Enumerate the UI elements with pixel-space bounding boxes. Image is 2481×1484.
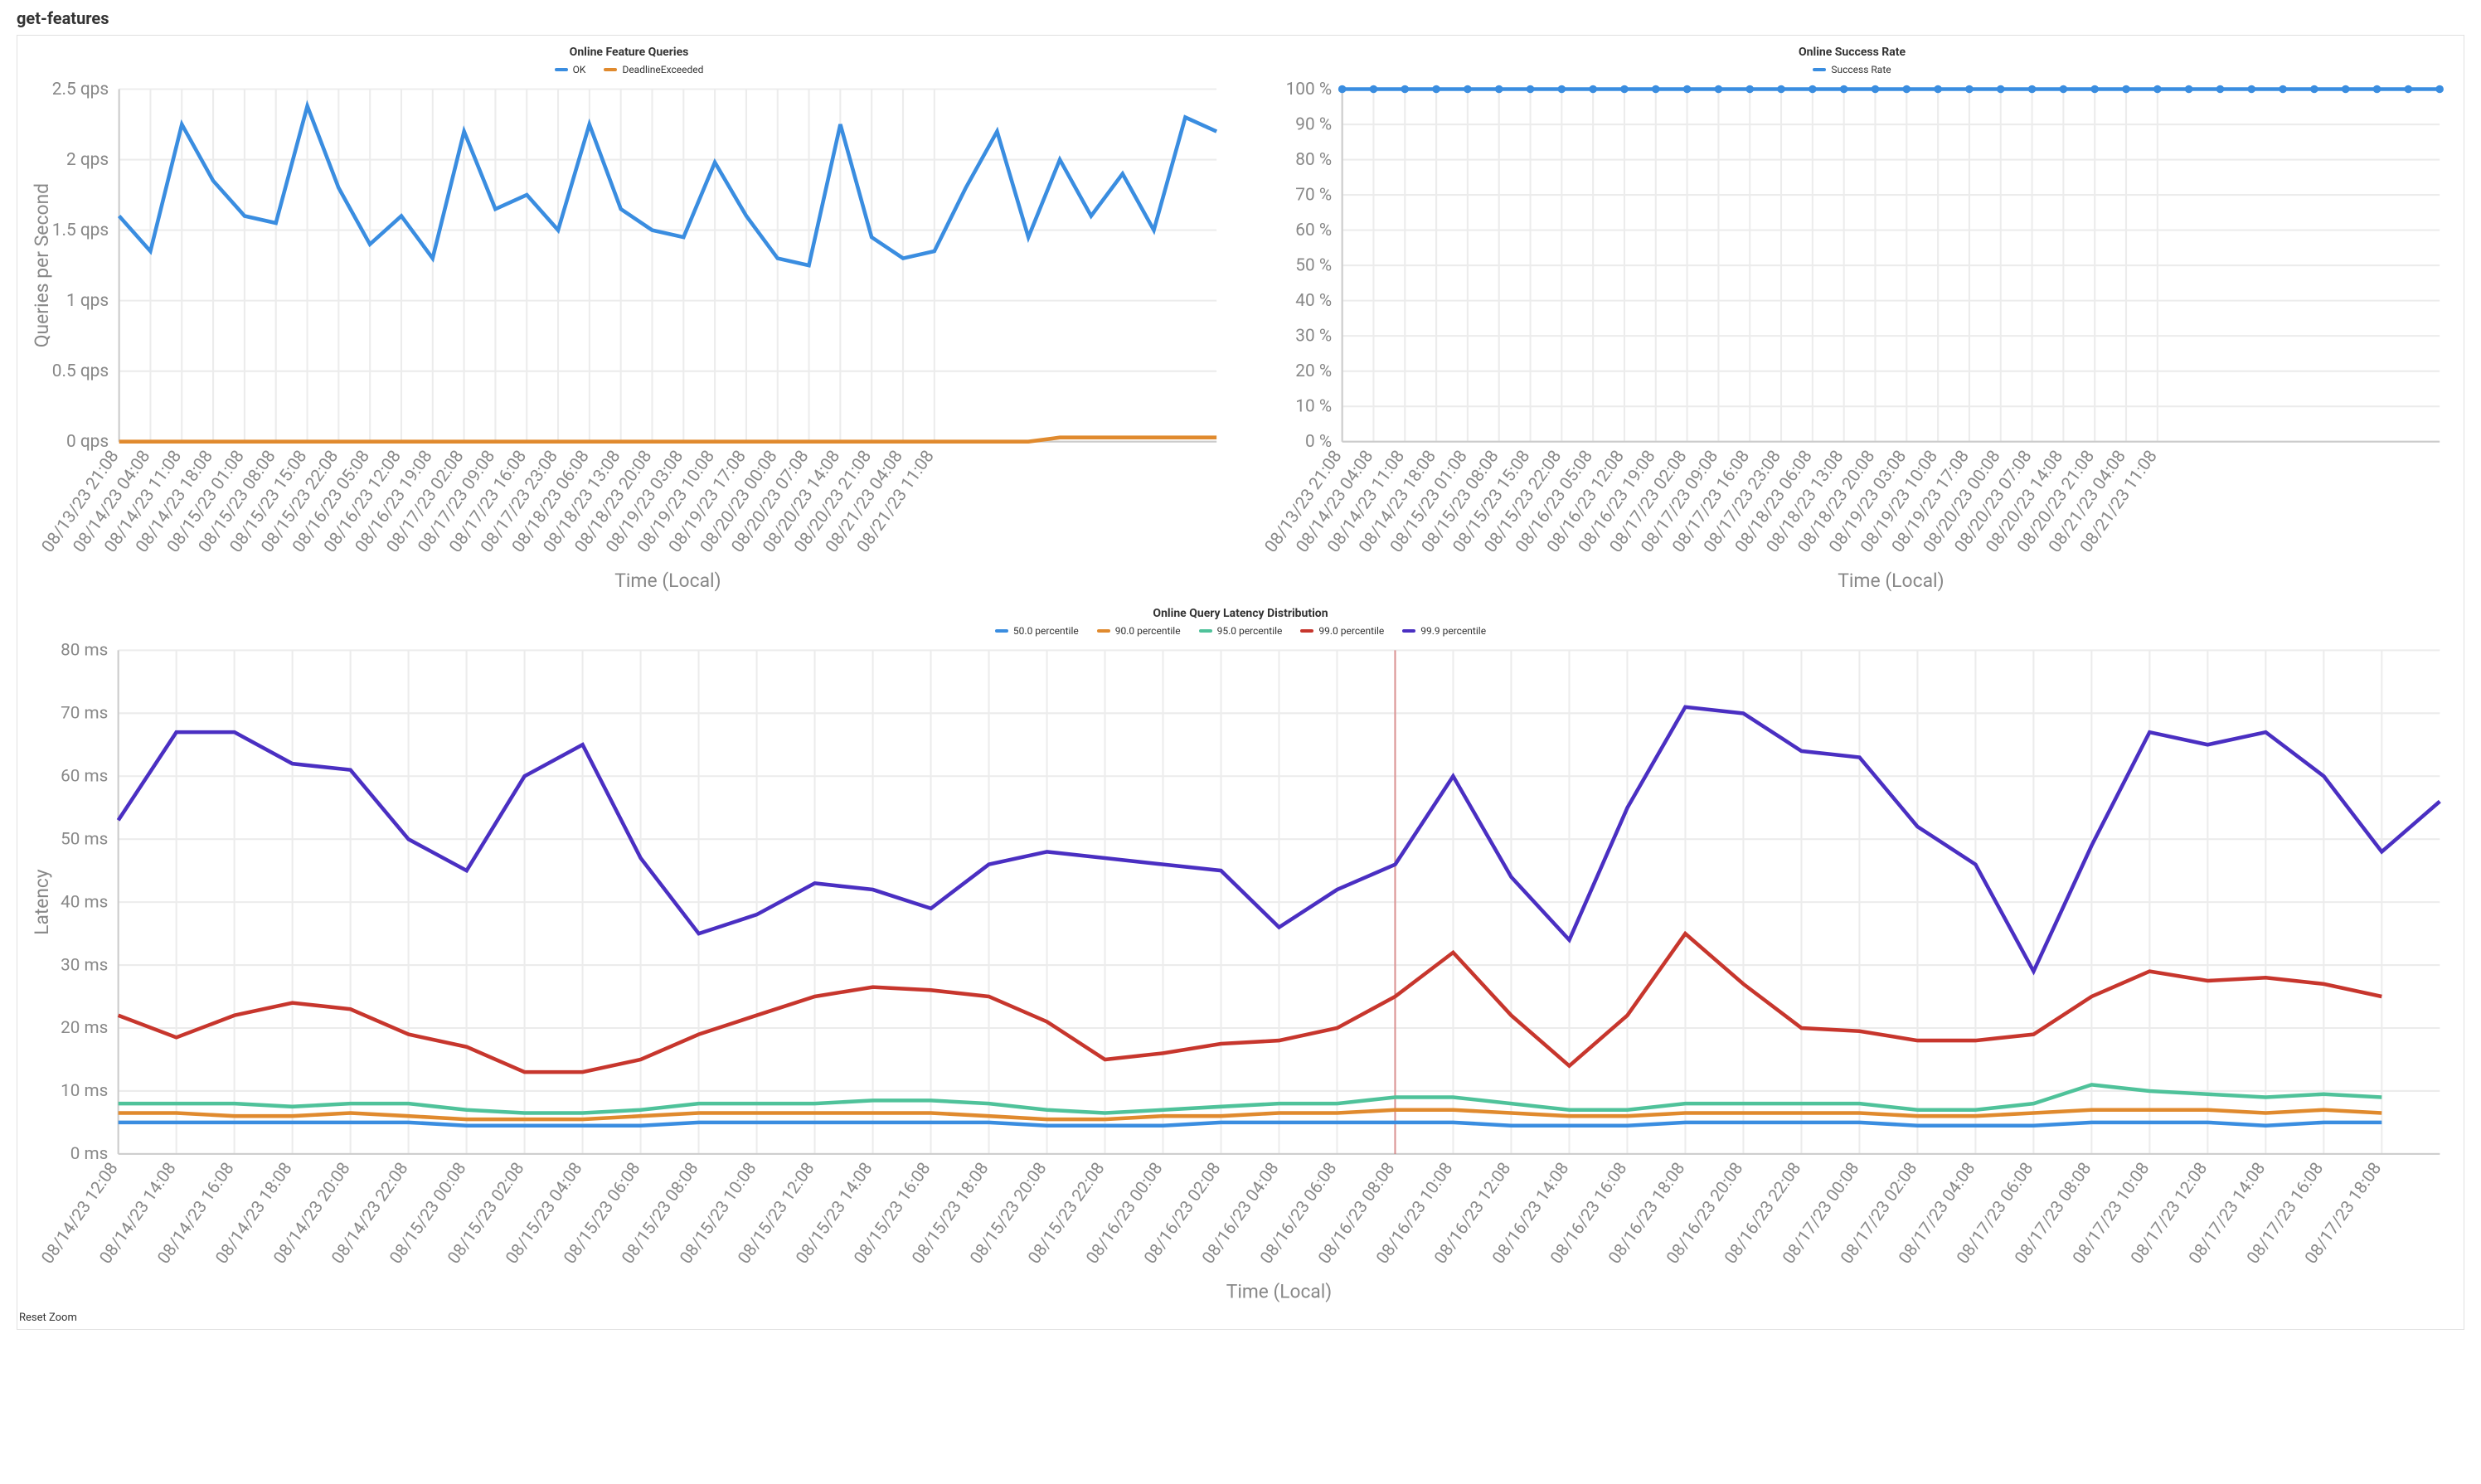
svg-text:90 %: 90 % <box>1295 114 1332 134</box>
legend-swatch <box>1300 629 1313 633</box>
page-title: get-features <box>17 8 2464 28</box>
legend-item[interactable]: DeadlineExceeded <box>604 64 703 75</box>
svg-text:0.5 qps: 0.5 qps <box>52 361 109 381</box>
svg-text:70 %: 70 % <box>1295 185 1332 205</box>
svg-text:1 qps: 1 qps <box>66 291 109 311</box>
legend-swatch <box>1199 629 1212 633</box>
legend-swatch <box>555 68 568 71</box>
svg-text:70 ms: 70 ms <box>61 704 108 724</box>
svg-text:20 ms: 20 ms <box>61 1018 108 1038</box>
svg-text:2.5 qps: 2.5 qps <box>52 80 109 99</box>
svg-text:2 qps: 2 qps <box>66 150 109 170</box>
legend-label: 99.9 percentile <box>1420 625 1486 637</box>
svg-text:80 %: 80 % <box>1295 150 1332 170</box>
chart-success-title: Online Success Rate <box>1247 46 2457 59</box>
legend-item[interactable]: 95.0 percentile <box>1199 625 1283 637</box>
chart-latency-legend: 50.0 percentile 90.0 percentile 95.0 perce… <box>24 625 2457 637</box>
legend-swatch <box>1097 629 1110 633</box>
legend-swatch <box>1813 68 1826 71</box>
svg-text:30 %: 30 % <box>1295 326 1332 346</box>
svg-text:10 ms: 10 ms <box>61 1081 108 1101</box>
svg-text:30 ms: 30 ms <box>61 956 108 976</box>
legend-label: 90.0 percentile <box>1115 625 1181 637</box>
chart-queries-title: Online Feature Queries <box>24 46 1234 59</box>
svg-text:10 %: 10 % <box>1295 396 1332 416</box>
svg-text:40 %: 40 % <box>1295 291 1332 311</box>
legend-label: OK <box>573 64 586 75</box>
svg-text:1.5 qps: 1.5 qps <box>52 221 109 240</box>
legend-label: DeadlineExceeded <box>622 64 703 75</box>
legend-swatch <box>1402 629 1415 633</box>
dashboard-panel: Online Feature Queries OK DeadlineExceede… <box>17 35 2464 1330</box>
svg-text:Latency: Latency <box>31 870 53 936</box>
chart-queries-plot[interactable]: 0 qps0.5 qps1 qps1.5 qps2 qps2.5 qps08/1… <box>24 79 1234 597</box>
chart-latency-plot[interactable]: 0 ms 10 ms 20 ms 30 ms 40 ms 50 ms 60 ms 70 ms 8… <box>24 640 2457 1308</box>
chart-success-legend: Success Rate <box>1247 64 2457 75</box>
svg-text:80 ms: 80 ms <box>61 641 108 661</box>
svg-text:60 ms: 60 ms <box>61 767 108 787</box>
legend-label: Success Rate <box>1831 64 1891 75</box>
chart-latency-block: Online Query Latency Distribution 50.0 p… <box>17 597 2464 1308</box>
chart-success-plot[interactable]: 0 %10 %20 %30 %40 %50 %60 %70 %80 %90 %1… <box>1247 79 2457 597</box>
svg-text:60 %: 60 % <box>1295 221 1332 240</box>
legend-item[interactable]: 90.0 percentile <box>1097 625 1181 637</box>
svg-text:100 %: 100 % <box>1286 80 1333 99</box>
legend-item[interactable]: OK <box>555 64 586 75</box>
svg-text:0 qps: 0 qps <box>66 432 109 452</box>
legend-label: 95.0 percentile <box>1217 625 1283 637</box>
chart-queries-legend: OK DeadlineExceeded <box>24 64 1234 75</box>
svg-text:50 ms: 50 ms <box>61 830 108 850</box>
legend-item[interactable]: 50.0 percentile <box>995 625 1079 637</box>
svg-text:Time (Local): Time (Local) <box>1226 1281 1332 1303</box>
legend-label: 99.0 percentile <box>1318 625 1384 637</box>
svg-text:Queries per Second: Queries per Second <box>31 183 53 347</box>
svg-text:0 ms: 0 ms <box>70 1144 109 1164</box>
chart-success-block: Online Success Rate Success Rate 0 %10 %… <box>1240 36 2464 597</box>
chart-latency-title: Online Query Latency Distribution <box>24 607 2457 620</box>
svg-text:Time (Local): Time (Local) <box>1838 570 1944 592</box>
reset-zoom-link[interactable]: Reset Zoom <box>19 1312 2464 1324</box>
svg-text:20 %: 20 % <box>1295 361 1332 381</box>
svg-text:50 %: 50 % <box>1295 255 1332 275</box>
chart-queries-block: Online Feature Queries OK DeadlineExceede… <box>17 36 1240 597</box>
legend-item[interactable]: Success Rate <box>1813 64 1891 75</box>
svg-text:40 ms: 40 ms <box>61 893 108 913</box>
legend-swatch <box>995 629 1008 633</box>
legend-label: 50.0 percentile <box>1013 625 1079 637</box>
legend-item[interactable]: 99.9 percentile <box>1402 625 1486 637</box>
legend-swatch <box>604 68 617 71</box>
legend-item[interactable]: 99.0 percentile <box>1300 625 1384 637</box>
svg-text:Time (Local): Time (Local) <box>614 570 721 592</box>
